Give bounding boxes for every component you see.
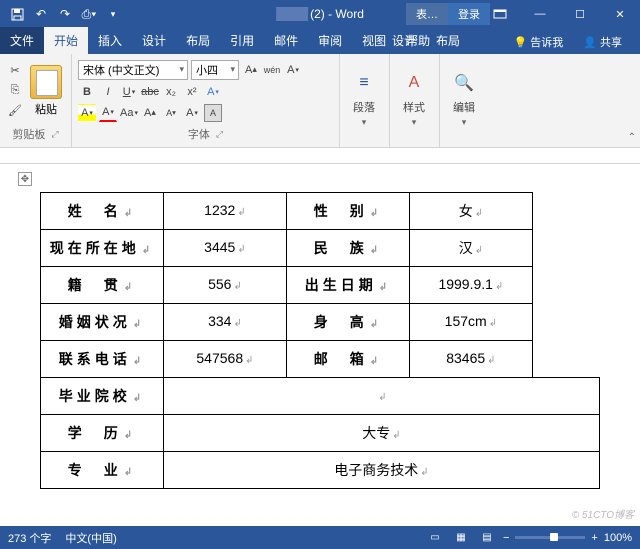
web-layout-button[interactable]: ▤ [477,530,497,546]
font-size-combo[interactable]: 小四 [191,60,239,80]
font-color-button[interactable]: A [99,104,117,122]
qat-more-button[interactable]: ⎙▾ [78,3,100,25]
bold-button[interactable]: B [78,83,96,101]
styles-button[interactable]: A样式▾ [396,69,432,128]
tab-file[interactable]: 文件 [0,27,44,54]
share-icon: 👤 [583,36,597,49]
tab-references[interactable]: 引用 [220,27,264,54]
window-controls: — ☐ ✕ [480,0,640,28]
change-case-button[interactable]: A [284,61,302,79]
styles-icon: A [400,69,428,97]
redo-button[interactable]: ↷ [54,3,76,25]
table-row: 毕业院校↲ ↲ [41,378,600,415]
zoom-slider[interactable] [515,536,585,539]
paragraph-button[interactable]: ≡段落▾ [346,69,382,128]
zoom-out-button[interactable]: − [503,532,509,544]
group-styles: A样式▾ [390,54,440,147]
font-label: 字体 [188,126,210,142]
quick-access-toolbar: ↶ ↷ ⎙▾ ▾ [0,3,124,25]
clipboard-label: 剪贴板 [12,126,45,142]
paste-button[interactable]: 粘贴 [30,65,62,117]
shrink-font-button[interactable]: wén [263,61,281,79]
group-editing: 🔍编辑▾ [440,54,490,147]
editing-button[interactable]: 🔍编辑▾ [446,69,482,128]
tab-table-layout[interactable]: 布局 [426,27,470,54]
read-mode-button[interactable]: ▭ [425,530,445,546]
tab-table-design[interactable]: 设计 [382,27,426,54]
group-font: 宋体 (中文正文) 小四 A▴ wén A B I U abc x₂ x² A … [72,54,340,147]
maximize-button[interactable]: ☐ [560,0,600,28]
table-row: 籍 贯↲ 556↲ 出生日期↲ 1999.9.1↲ [41,267,600,304]
tell-me-button[interactable]: 💡告诉我 [506,30,572,54]
paste-icon [30,65,62,99]
close-button[interactable]: ✕ [600,0,640,28]
italic-button[interactable]: I [99,83,117,101]
tab-design[interactable]: 设计 [132,27,176,54]
char-shading-button[interactable]: Aa [120,104,138,122]
copy-button[interactable]: ⎘ [6,82,24,100]
zoom-in-button[interactable]: + [591,532,597,544]
window-title: (2) - Word [276,7,364,22]
contextual-tools: 表… 登录 [406,3,490,25]
status-bar: 273 个字 中文(中国) ▭ ▦ ▤ − + 100% [0,526,640,549]
enclose-button[interactable]: A [183,104,201,122]
zoom-level[interactable]: 100% [604,532,632,544]
title-bar: ↶ ↷ ⎙▾ ▾ (2) - Word 表… 登录 — ☐ ✕ [0,0,640,28]
strikethrough-button[interactable]: abc [141,83,159,101]
format-painter-button[interactable]: 🖌 [6,102,24,120]
font-name-combo[interactable]: 宋体 (中文正文) [78,60,188,80]
underline-button[interactable]: U [120,83,138,101]
font-launcher[interactable]: ⤢ [216,129,223,140]
tab-layout[interactable]: 布局 [176,27,220,54]
tab-review[interactable]: 审阅 [308,27,352,54]
highlight-button[interactable]: A [78,104,96,122]
subscript-button[interactable]: x₂ [162,83,180,101]
bulb-icon: 💡 [514,36,528,49]
qat-customize-button[interactable]: ▾ [102,3,124,25]
superscript-button[interactable]: x² [183,83,201,101]
table-row: 联系电话↲ 547568↲ 邮 箱↲ 83465↲ [41,341,600,378]
share-button[interactable]: 👤共享 [575,30,630,54]
cut-button[interactable]: ✂ [6,62,24,80]
grow-font-button[interactable]: A▴ [242,61,260,79]
table-tools-label: 表… [406,3,448,25]
watermark: © 51CTO博客 [572,506,634,521]
paragraph-icon: ≡ [350,69,378,97]
ribbon-options-button[interactable] [480,0,520,28]
minimize-button[interactable]: — [520,0,560,28]
document-area[interactable]: ✥ 姓 名↲ 1232↲ 性 别↲ 女↲ 现在所在地↲ 3445↲ 民 族↲ 汉… [0,164,640,524]
tab-mailings[interactable]: 邮件 [264,27,308,54]
table-row: 婚姻状况↲ 334↲ 身 高↲ 157cm↲ [41,304,600,341]
table-row: 姓 名↲ 1232↲ 性 别↲ 女↲ [41,193,600,230]
ruler [0,148,640,164]
ribbon-tabs: 文件 开始 插入 设计 布局 引用 邮件 审阅 视图 帮助 设计 布局 💡告诉我… [0,28,640,54]
find-icon: 🔍 [450,69,478,97]
collapse-ribbon-button[interactable]: ⌃ [628,132,636,143]
group-paragraph: ≡段落▾ [340,54,390,147]
table-row: 现在所在地↲ 3445↲ 民 族↲ 汉↲ [41,230,600,267]
table-row: 学 历↲ 大专↲ [41,415,600,452]
save-button[interactable] [6,3,28,25]
language-status[interactable]: 中文(中国) [65,530,116,546]
word-count[interactable]: 273 个字 [8,530,51,546]
shrink-font2-button[interactable]: A▾ [162,104,180,122]
grow-font2-button[interactable]: A▴ [141,104,159,122]
print-layout-button[interactable]: ▦ [451,530,471,546]
text-effects-button[interactable]: A [204,83,222,101]
table-move-handle[interactable]: ✥ [18,172,32,186]
form-table[interactable]: 姓 名↲ 1232↲ 性 别↲ 女↲ 现在所在地↲ 3445↲ 民 族↲ 汉↲ … [40,192,600,489]
char-border-button[interactable]: A [204,104,222,122]
undo-button[interactable]: ↶ [30,3,52,25]
tab-home[interactable]: 开始 [44,27,88,54]
table-row: 专 业↲ 电子商务技术↲ [41,452,600,489]
clipboard-launcher[interactable]: ⤢ [51,129,58,140]
ribbon: ✂ ⎘ 🖌 粘贴 剪贴板 ⤢ 宋体 (中文正文) 小四 A▴ wén A [0,54,640,148]
tab-insert[interactable]: 插入 [88,27,132,54]
group-clipboard: ✂ ⎘ 🖌 粘贴 剪贴板 ⤢ [0,54,72,147]
